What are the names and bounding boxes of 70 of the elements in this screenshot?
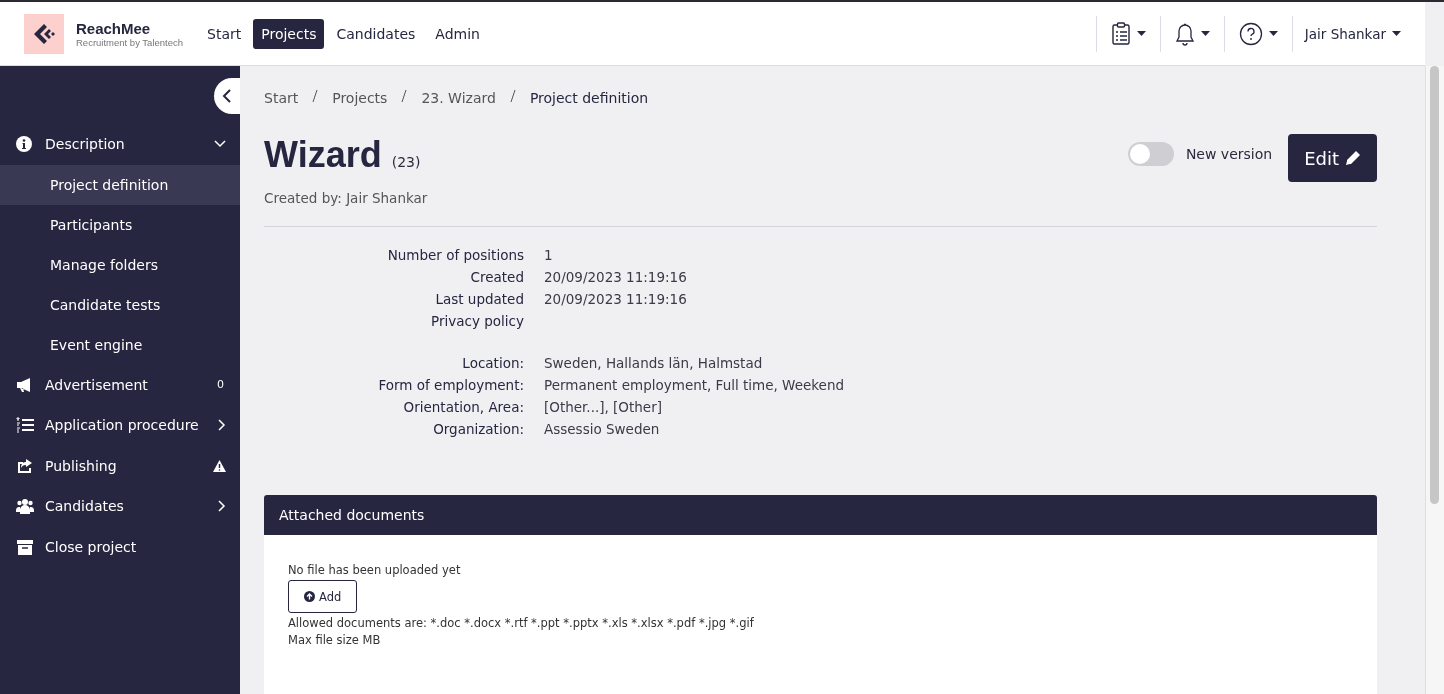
share-icon <box>16 457 34 474</box>
caret-icon <box>1268 31 1278 36</box>
numbered-list-icon <box>16 417 34 434</box>
sidebar-item[interactable]: Candidates <box>0 486 240 527</box>
nav-link[interactable]: Start <box>199 18 250 49</box>
toggle-label: New version <box>1185 146 1273 162</box>
nav-link[interactable]: Projects <box>253 18 325 49</box>
sidebar-item[interactable]: Application procedure <box>0 405 240 446</box>
sidebar-subitem[interactable]: Manage folders <box>0 244 240 285</box>
project-title: Wizard <box>264 134 382 176</box>
panel-header: Attached documents <box>264 495 1377 535</box>
user-menu[interactable]: Jair Shankar <box>1304 25 1386 42</box>
sidebar-item[interactable]: Publishing <box>0 445 240 486</box>
field-value: Sweden, Hallands län, Halmstad <box>544 355 764 371</box>
breadcrumb-link[interactable]: 23. Wizard <box>421 90 496 106</box>
edit-button[interactable]: Edit <box>1288 134 1377 182</box>
scrollbar[interactable] <box>1425 66 1444 694</box>
allowed-types-text: Allowed documents are: *.doc *.docx *.rtf *.ppt *.pptx *.xls *.xlsx *.pdf *.jpg *.gif <box>288 616 754 630</box>
field-label: Privacy policy <box>430 313 524 329</box>
new-version-toggle[interactable] <box>1127 142 1174 166</box>
pencil-icon <box>1345 150 1361 166</box>
breadcrumb-link[interactable]: Start <box>264 90 299 106</box>
field-label: Orientation, Area: <box>402 399 524 415</box>
sidebar-item[interactable]: Description <box>0 124 240 165</box>
help-icon[interactable] <box>1238 21 1263 46</box>
caret-icon <box>1392 31 1401 36</box>
project-number: (23) <box>391 154 421 170</box>
field-value: 1 <box>544 247 554 263</box>
field-label: Created <box>469 269 524 285</box>
sidebar-subitem[interactable]: Project definition <box>0 164 240 205</box>
sidebar-subitem[interactable]: Event engine <box>0 324 240 365</box>
caret-icon <box>1200 31 1210 36</box>
breadcrumb-separator-icon <box>509 90 516 102</box>
brand-name: ReachMee <box>76 19 152 37</box>
chevron-left-icon <box>222 89 232 103</box>
logo-icon <box>24 13 64 54</box>
field-label: Number of positions <box>386 247 524 263</box>
collapse-button[interactable] <box>214 78 240 114</box>
nav-link[interactable]: Admin <box>427 18 488 49</box>
field-value: Assessio Sweden <box>544 421 661 437</box>
sidebar-subitem[interactable]: Candidate tests <box>0 284 240 325</box>
bell-icon[interactable] <box>1174 21 1195 46</box>
clipboard-icon[interactable] <box>1110 22 1131 45</box>
breadcrumb-separator-icon <box>312 90 319 102</box>
archive-icon <box>16 538 34 555</box>
field-label: Last updated <box>434 291 524 307</box>
breadcrumb-link[interactable]: Projects <box>332 90 388 106</box>
field-value: Permanent employment, Full time, Weekend <box>544 377 845 393</box>
add-button[interactable]: Add <box>288 580 358 613</box>
upload-circle-icon <box>304 591 315 602</box>
caret-icon <box>1136 31 1146 36</box>
breadcrumb-separator-icon <box>401 90 408 102</box>
brand-tagline: Recruitment by Talentech <box>76 36 184 48</box>
sidebar-item[interactable]: Advertisement 0 <box>0 364 240 405</box>
sidebar-subitem[interactable]: Participants <box>0 204 240 245</box>
max-size-text: Max file size MB <box>288 633 381 647</box>
field-label: Form of employment: <box>377 377 524 393</box>
item-count: 0 <box>217 378 224 392</box>
breadcrumb-current: Project definition <box>529 90 649 106</box>
created-by: Created by: Jair Shankar <box>264 190 429 206</box>
field-value: 20/09/2023 11:19:16 <box>544 291 688 307</box>
field-value: 20/09/2023 11:19:16 <box>544 269 688 285</box>
field-label: Organization: <box>432 421 524 437</box>
users-icon <box>16 498 34 515</box>
nav-link[interactable]: Candidates <box>328 18 424 49</box>
info-icon <box>16 136 34 153</box>
empty-message: No file has been uploaded yet <box>288 563 461 577</box>
field-value: [Other...], [Other] <box>544 399 663 415</box>
sidebar-item[interactable]: Close project <box>0 526 240 567</box>
field-label: Location: <box>461 355 524 371</box>
